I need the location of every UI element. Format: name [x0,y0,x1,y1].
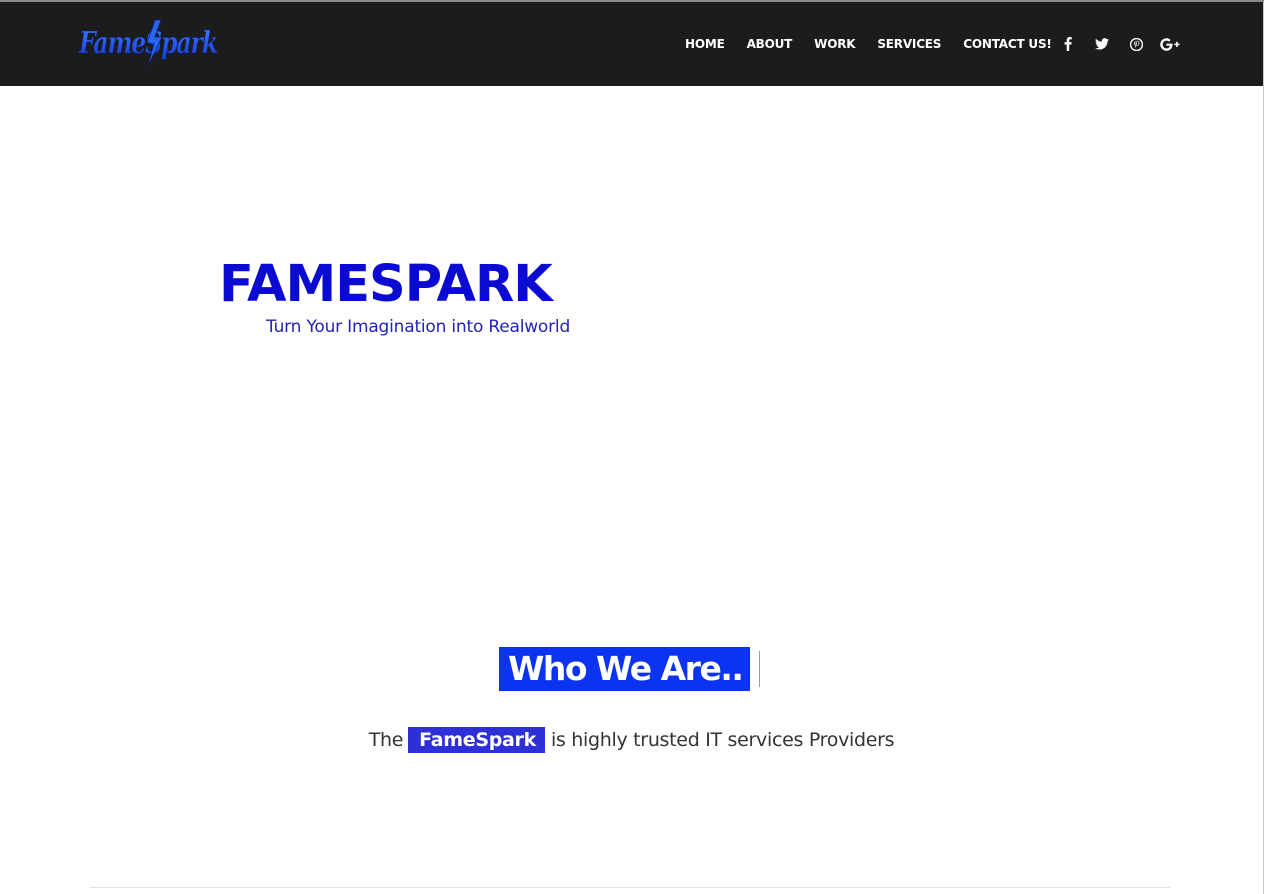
who-we-are-heading-wrap: Who We Are.. [499,647,761,691]
typing-cursor [759,651,761,687]
twitter-icon[interactable] [1092,34,1112,54]
nav-home[interactable]: HOME [685,37,725,51]
intro-text: The FameSpark is highly trusted IT service… [0,727,1263,753]
pinterest-icon[interactable] [1126,34,1146,54]
navbar: FameSpark HOME ABOUT WORK SERVICES CONTA… [0,2,1263,86]
nav-about[interactable]: ABOUT [747,37,793,51]
section-divider [90,887,1170,888]
hero-title: FAMESPARK [219,255,553,314]
intro-suffix: is highly trusted IT services Providers [550,729,895,751]
social-links [1058,2,1194,86]
nav-work[interactable]: WORK [814,37,855,51]
page: FameSpark HOME ABOUT WORK SERVICES CONTA… [0,0,1264,894]
nav-services[interactable]: SERVICES [877,37,941,51]
facebook-icon[interactable] [1058,34,1078,54]
who-we-are-heading: Who We Are.. [499,647,751,691]
hero-tagline: Turn Your Imagination into Realworld [266,317,571,337]
logo-text: FameSpark [78,26,217,61]
main-nav: HOME ABOUT WORK SERVICES CONTACT US! [685,2,1074,86]
google-plus-icon[interactable] [1160,34,1180,54]
logo[interactable]: FameSpark [77,16,222,72]
intro-brand-highlight: FameSpark [408,727,545,753]
intro-prefix: The [368,729,404,751]
nav-contact[interactable]: CONTACT US! [963,37,1052,51]
